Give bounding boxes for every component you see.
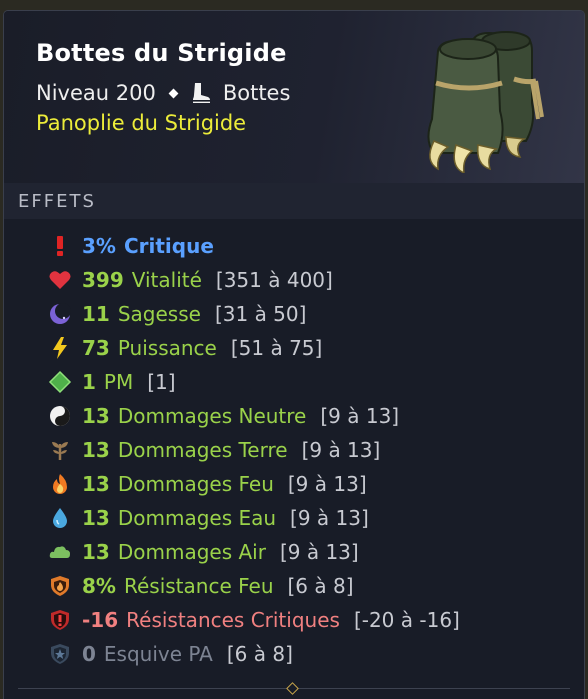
item-type: Bottes [222, 81, 291, 105]
effect-label: Résistances Critiques [126, 608, 340, 632]
effect-value: -16 [82, 608, 119, 632]
effect-range: [9 à 13] [287, 472, 367, 496]
effect-label: Dommages Air [117, 540, 266, 564]
item-subline: Niveau 200 Bottes [36, 79, 290, 107]
item-header: Bottes du Strigide Niveau 200 Bottes Pan… [4, 11, 584, 183]
separator-diamond-icon [168, 88, 179, 98]
effect-row: 399 Vitalité [351 à 400] [48, 265, 333, 295]
effect-value: 13 [82, 506, 110, 530]
effect-row: -16 Résistances Critiques [-20 à -16] [48, 605, 460, 635]
effect-value: 73 [82, 336, 110, 360]
effect-range: [51 à 75] [230, 336, 323, 360]
effect-value: 1 [82, 370, 96, 394]
effect-row: 0 Esquive PA [6 à 8] [48, 639, 293, 669]
effects-title: EFFETS [18, 191, 96, 212]
lightning-icon [53, 337, 67, 359]
effect-label: Dommages Terre [117, 438, 288, 462]
fire-shield-icon [51, 576, 69, 596]
effect-row: 13 Dommages Feu [9 à 13] [48, 469, 367, 499]
effect-value: 8% [82, 574, 116, 598]
effect-value: 0 [82, 642, 96, 666]
fire-icon [53, 474, 67, 494]
effect-value: 13 [82, 404, 110, 428]
dodge-shield-icon [51, 644, 69, 664]
effect-value: 13 [82, 540, 110, 564]
effect-row: 73 Puissance [51 à 75] [48, 333, 322, 363]
pm-diamond-icon [48, 370, 72, 394]
effect-value: 3% [82, 234, 116, 258]
effect-range: [351 à 400] [215, 268, 333, 292]
effect-label: Dommages Eau [117, 506, 277, 530]
footer-diamond-icon [286, 682, 299, 695]
effect-value: 13 [82, 438, 110, 462]
critical-shield-icon [51, 610, 69, 630]
effect-range: [9 à 13] [279, 540, 359, 564]
effect-row: 13 Dommages Terre [9 à 13] [48, 435, 380, 465]
effect-row: 3% Critique [48, 231, 214, 261]
effect-range: [9 à 13] [320, 404, 400, 428]
water-drop-icon [53, 508, 67, 528]
critical-icon [57, 236, 63, 256]
effect-row: 13 Dommages Air [9 à 13] [48, 537, 359, 567]
effect-value: 399 [82, 268, 124, 292]
effect-label: Critique [123, 234, 214, 258]
effect-label: Puissance [117, 336, 217, 360]
effect-value: 11 [82, 302, 110, 326]
moon-icon [50, 303, 71, 324]
effect-range: [-20 à -16] [353, 608, 460, 632]
effect-row: 1 PM [1] [48, 367, 176, 397]
effect-label: Dommages Neutre [117, 404, 307, 428]
effect-label: Dommages Feu [117, 472, 274, 496]
effect-range: [6 à 8] [226, 642, 293, 666]
effect-range: [9 à 13] [301, 438, 381, 462]
effect-range: [9 à 13] [290, 506, 369, 530]
effect-label: PM [103, 370, 134, 394]
effect-value: 13 [82, 472, 110, 496]
air-cloud-icon [49, 546, 70, 558]
yin-yang-icon [50, 406, 70, 426]
effect-label: Sagesse [117, 302, 201, 326]
boot-icon [192, 83, 210, 103]
effect-range: [6 à 8] [287, 574, 354, 598]
earth-sprout-icon [52, 442, 68, 460]
effects-section-header: EFFETS [4, 183, 584, 219]
boots-item-image [427, 31, 544, 173]
item-level: Niveau 200 [36, 81, 156, 105]
effect-label: Vitalité [131, 268, 202, 292]
item-tooltip: Bottes du Strigide Niveau 200 Bottes Pan… [3, 10, 585, 699]
effect-range: [31 à 50] [214, 302, 307, 326]
effect-row: 13 Dommages Neutre [9 à 13] [48, 401, 399, 431]
effect-row: 8% Résistance Feu [6 à 8] [48, 571, 354, 601]
effect-row: 11 Sagesse [31 à 50] [48, 299, 306, 329]
heart-icon [49, 271, 71, 289]
item-name: Bottes du Strigide [36, 39, 287, 67]
effect-label: Esquive PA [103, 642, 213, 666]
effect-label: Résistance Feu [123, 574, 274, 598]
effect-range: [1] [147, 370, 176, 394]
item-set-link[interactable]: Panoplie du Strigide [36, 111, 246, 135]
effect-row: 13 Dommages Eau [9 à 13] [48, 503, 369, 533]
